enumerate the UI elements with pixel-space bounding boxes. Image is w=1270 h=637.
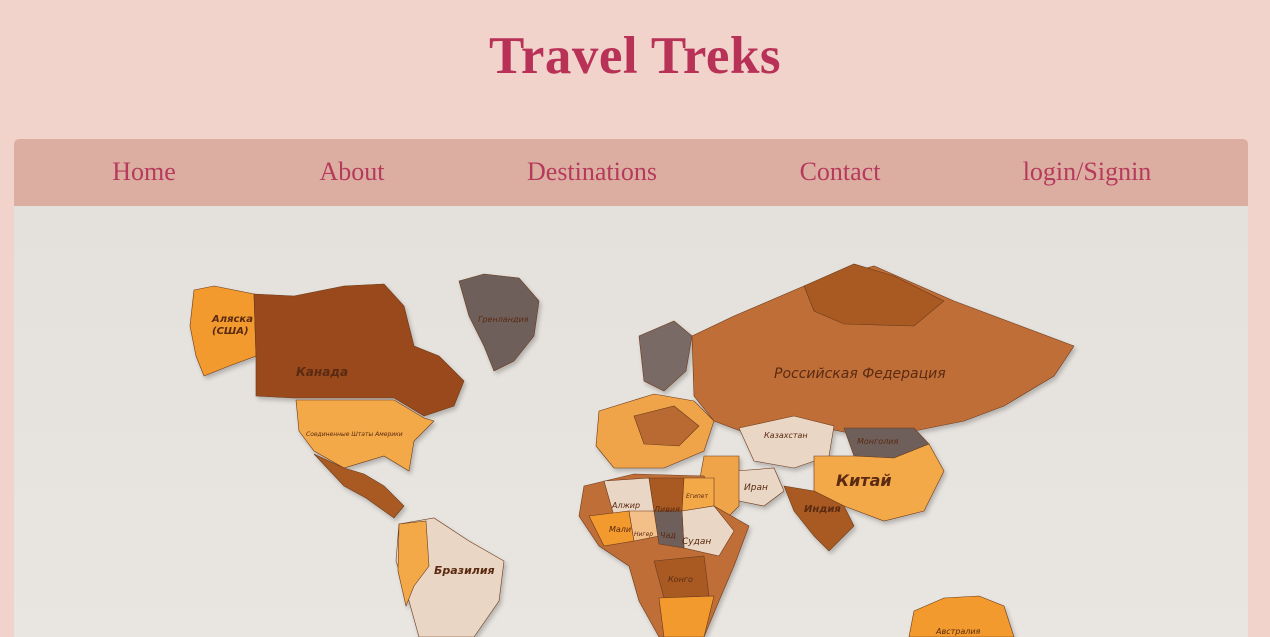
nav-destinations-link[interactable]: Destinations [527,157,657,187]
map-label-sudan: Судан [682,537,711,547]
map-label-australia: Австралия [935,627,981,636]
map-label-china: Китай [836,471,892,490]
map-label-chad: Чад [660,531,676,540]
nav-login-signin-link[interactable]: login/Signin [1023,157,1152,187]
map-label-algeria: Алжир [611,501,640,510]
southern-africa-piece [658,595,715,637]
nav-contact-link[interactable]: Contact [800,157,881,187]
map-label-mongolia: Монголия [857,437,898,446]
nav-about-link[interactable]: About [320,157,385,187]
scandinavia-piece [638,320,693,392]
main-navigation: Home About Destinations Contact login/Si… [14,139,1248,206]
map-label-iran: Иран [744,483,768,493]
map-label-usa: Соединенные Штаты Америки [306,431,403,438]
site-title: Travel Treks [488,27,782,85]
map-label-india: Индия [804,504,841,515]
map-label-alaska: Аляска (США) [211,314,253,337]
map-label-egypt: Египет [686,493,708,500]
map-label-libya: Ливия [653,505,680,514]
map-label-mali: Мали [609,525,631,534]
canada-piece [253,283,465,417]
map-label-niger: Нигер [634,531,653,538]
map-label-brazil: Бразилия [434,564,495,577]
map-label-kazakhstan: Казахстан [764,431,808,440]
wooden-world-map: Аляска (США) Канада Гренландия Соединенны… [189,263,1075,637]
map-label-congo: Конго [668,575,693,584]
chad-piece [653,510,685,549]
nav-home-link[interactable]: Home [112,157,176,187]
map-label-russia: Российская Федерация [774,366,946,382]
hero-world-map-image: Аляска (США) Канада Гренландия Соединенны… [14,206,1248,637]
map-label-greenland: Гренландия [478,315,529,324]
map-label-canada: Канада [296,365,348,379]
